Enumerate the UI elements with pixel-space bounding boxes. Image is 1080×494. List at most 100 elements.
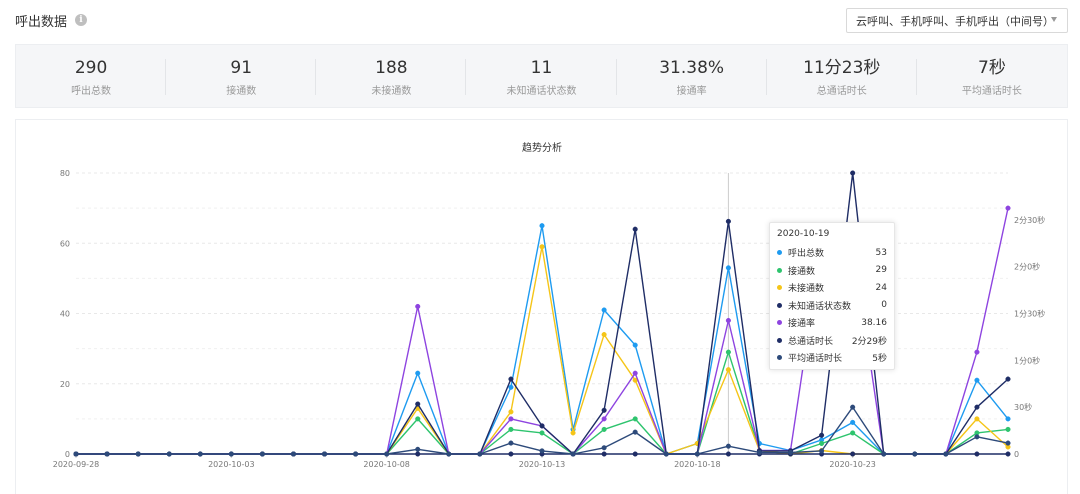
- data-point: [415, 446, 421, 452]
- data-point: [787, 449, 794, 455]
- y-left-tick-label: 20: [60, 380, 70, 389]
- call-type-select-value: 云呼叫、手机呼叫、手机呼出（中间号）: [856, 14, 1054, 28]
- x-tick-label: 2020-10-03: [208, 460, 255, 469]
- data-point: [725, 317, 731, 324]
- tooltip-series-name: 未接通数: [788, 284, 825, 295]
- stat-label: 未知通话状态数: [506, 86, 577, 97]
- data-point: [477, 451, 483, 457]
- stat-label: 总通话时长: [816, 86, 867, 97]
- stat-label: 未接通数: [371, 86, 412, 97]
- data-point: [73, 451, 79, 457]
- data-point: [725, 367, 731, 373]
- stat-value: 31.38%: [659, 58, 725, 78]
- tooltip-series-value: 0: [881, 300, 887, 311]
- stat-total-duration: 11分23秒 总通话时长: [767, 45, 917, 107]
- tooltip-row: 接通数 29: [777, 262, 887, 280]
- tooltip-series-value: 38.16: [861, 317, 887, 328]
- data-point: [694, 451, 700, 457]
- series-dot-icon: [777, 267, 782, 273]
- x-tick-label: 2020-10-18: [674, 460, 721, 469]
- series-dot-icon: [777, 285, 782, 291]
- tooltip-series-value: 29: [875, 265, 887, 276]
- series-dot-icon: [777, 355, 782, 361]
- tooltip-date: 2020-10-19: [777, 229, 830, 239]
- trend-chart-card: 趋势分析 0 20 40 60 80 0 30秒 1分0秒 1分30秒 2分0秒 2分30秒 2020-…: [15, 119, 1068, 494]
- trend-chart[interactable]: 趋势分析 0 20 40 60 80 0 30秒 1分0秒 1分30秒 2分0秒 2分30秒 2020-…: [16, 120, 1069, 494]
- data-point: [632, 370, 638, 376]
- data-point: [601, 307, 607, 313]
- stat-value: 11: [530, 58, 553, 78]
- y-left-tick-label: 60: [60, 239, 70, 248]
- data-point: [104, 451, 110, 457]
- data-point: [632, 429, 638, 435]
- tooltip-series-name: 总通话时长: [788, 336, 834, 347]
- data-point: [819, 440, 825, 447]
- stat-label: 平均通话时长: [961, 86, 1022, 97]
- y-left-tick-label: 80: [60, 169, 70, 178]
- x-tick-label: 2020-10-13: [519, 460, 566, 469]
- data-point: [228, 451, 234, 457]
- data-point: [539, 244, 545, 250]
- data-point: [415, 451, 421, 457]
- data-point: [850, 404, 856, 410]
- data-point: [663, 451, 669, 457]
- data-point: [1005, 426, 1011, 432]
- tooltip-series-name: 平均通话时长: [788, 354, 843, 365]
- x-tick-label: 2020-10-23: [829, 460, 876, 469]
- data-point: [850, 419, 856, 425]
- data-point: [601, 426, 607, 432]
- data-point: [725, 451, 731, 457]
- data-point: [166, 451, 172, 457]
- data-point: [539, 423, 545, 429]
- data-point: [725, 265, 731, 271]
- data-point: [197, 451, 203, 457]
- stat-label: 接通数: [226, 86, 257, 97]
- info-icon[interactable]: i: [75, 14, 88, 26]
- data-point: [632, 342, 638, 348]
- data-point: [539, 448, 545, 454]
- y-right-tick-label: 1分30秒: [1014, 309, 1045, 319]
- y-right-tick-label: 0: [1014, 450, 1019, 459]
- data-point: [632, 226, 638, 232]
- stat-value: 188: [375, 58, 408, 78]
- stat-not-connected: 188 未接通数: [316, 45, 467, 107]
- data-point: [850, 451, 856, 457]
- data-point: [1005, 205, 1011, 211]
- data-point: [850, 430, 856, 436]
- tooltip-row: 未接通数 24: [777, 279, 887, 297]
- stat-connect-rate: 31.38% 接通率: [617, 45, 767, 107]
- data-point: [1005, 376, 1011, 382]
- stats-bar: 290 呼出总数 91 接通数 188 未接通数 11 未知通话状态数 31.3…: [15, 44, 1068, 108]
- data-point: [850, 170, 856, 176]
- tooltip-series-name: 接通率: [788, 319, 816, 330]
- data-point: [725, 218, 731, 224]
- data-point: [601, 445, 607, 451]
- data-point: [508, 440, 514, 446]
- call-type-select[interactable]: 云呼叫、手机呼叫、手机呼出（中间号）: [846, 8, 1068, 33]
- y-right-tick-label: 2分0秒: [1014, 262, 1040, 272]
- tooltip-series-value: 2分29秒: [851, 336, 887, 347]
- data-point: [601, 332, 607, 338]
- data-point: [135, 451, 141, 457]
- data-point: [508, 416, 514, 422]
- stat-value: 7秒: [978, 58, 1006, 78]
- data-point: [974, 416, 980, 422]
- series-dot-icon: [777, 250, 782, 256]
- tooltip-row: 呼出总数 53: [777, 244, 887, 262]
- tooltip-series-name: 接通数: [788, 266, 816, 277]
- data-point: [415, 416, 421, 422]
- tooltip-row: 接通率 38.16: [777, 314, 887, 332]
- data-point: [601, 407, 607, 413]
- data-point: [632, 451, 638, 457]
- stat-value: 11分23秒: [803, 58, 881, 78]
- section-header: 呼出数据 i: [15, 8, 88, 32]
- data-point: [570, 430, 576, 436]
- tooltip-series-value: 5秒: [872, 354, 887, 365]
- data-point: [290, 451, 297, 457]
- series-dot-icon: [777, 337, 782, 343]
- tooltip-row: 总通话时长 2分29秒: [777, 332, 887, 350]
- section-title: 呼出数据: [15, 14, 68, 30]
- y-right-tick-label: 1分0秒: [1014, 355, 1040, 365]
- data-point: [539, 223, 545, 229]
- data-point: [259, 451, 265, 457]
